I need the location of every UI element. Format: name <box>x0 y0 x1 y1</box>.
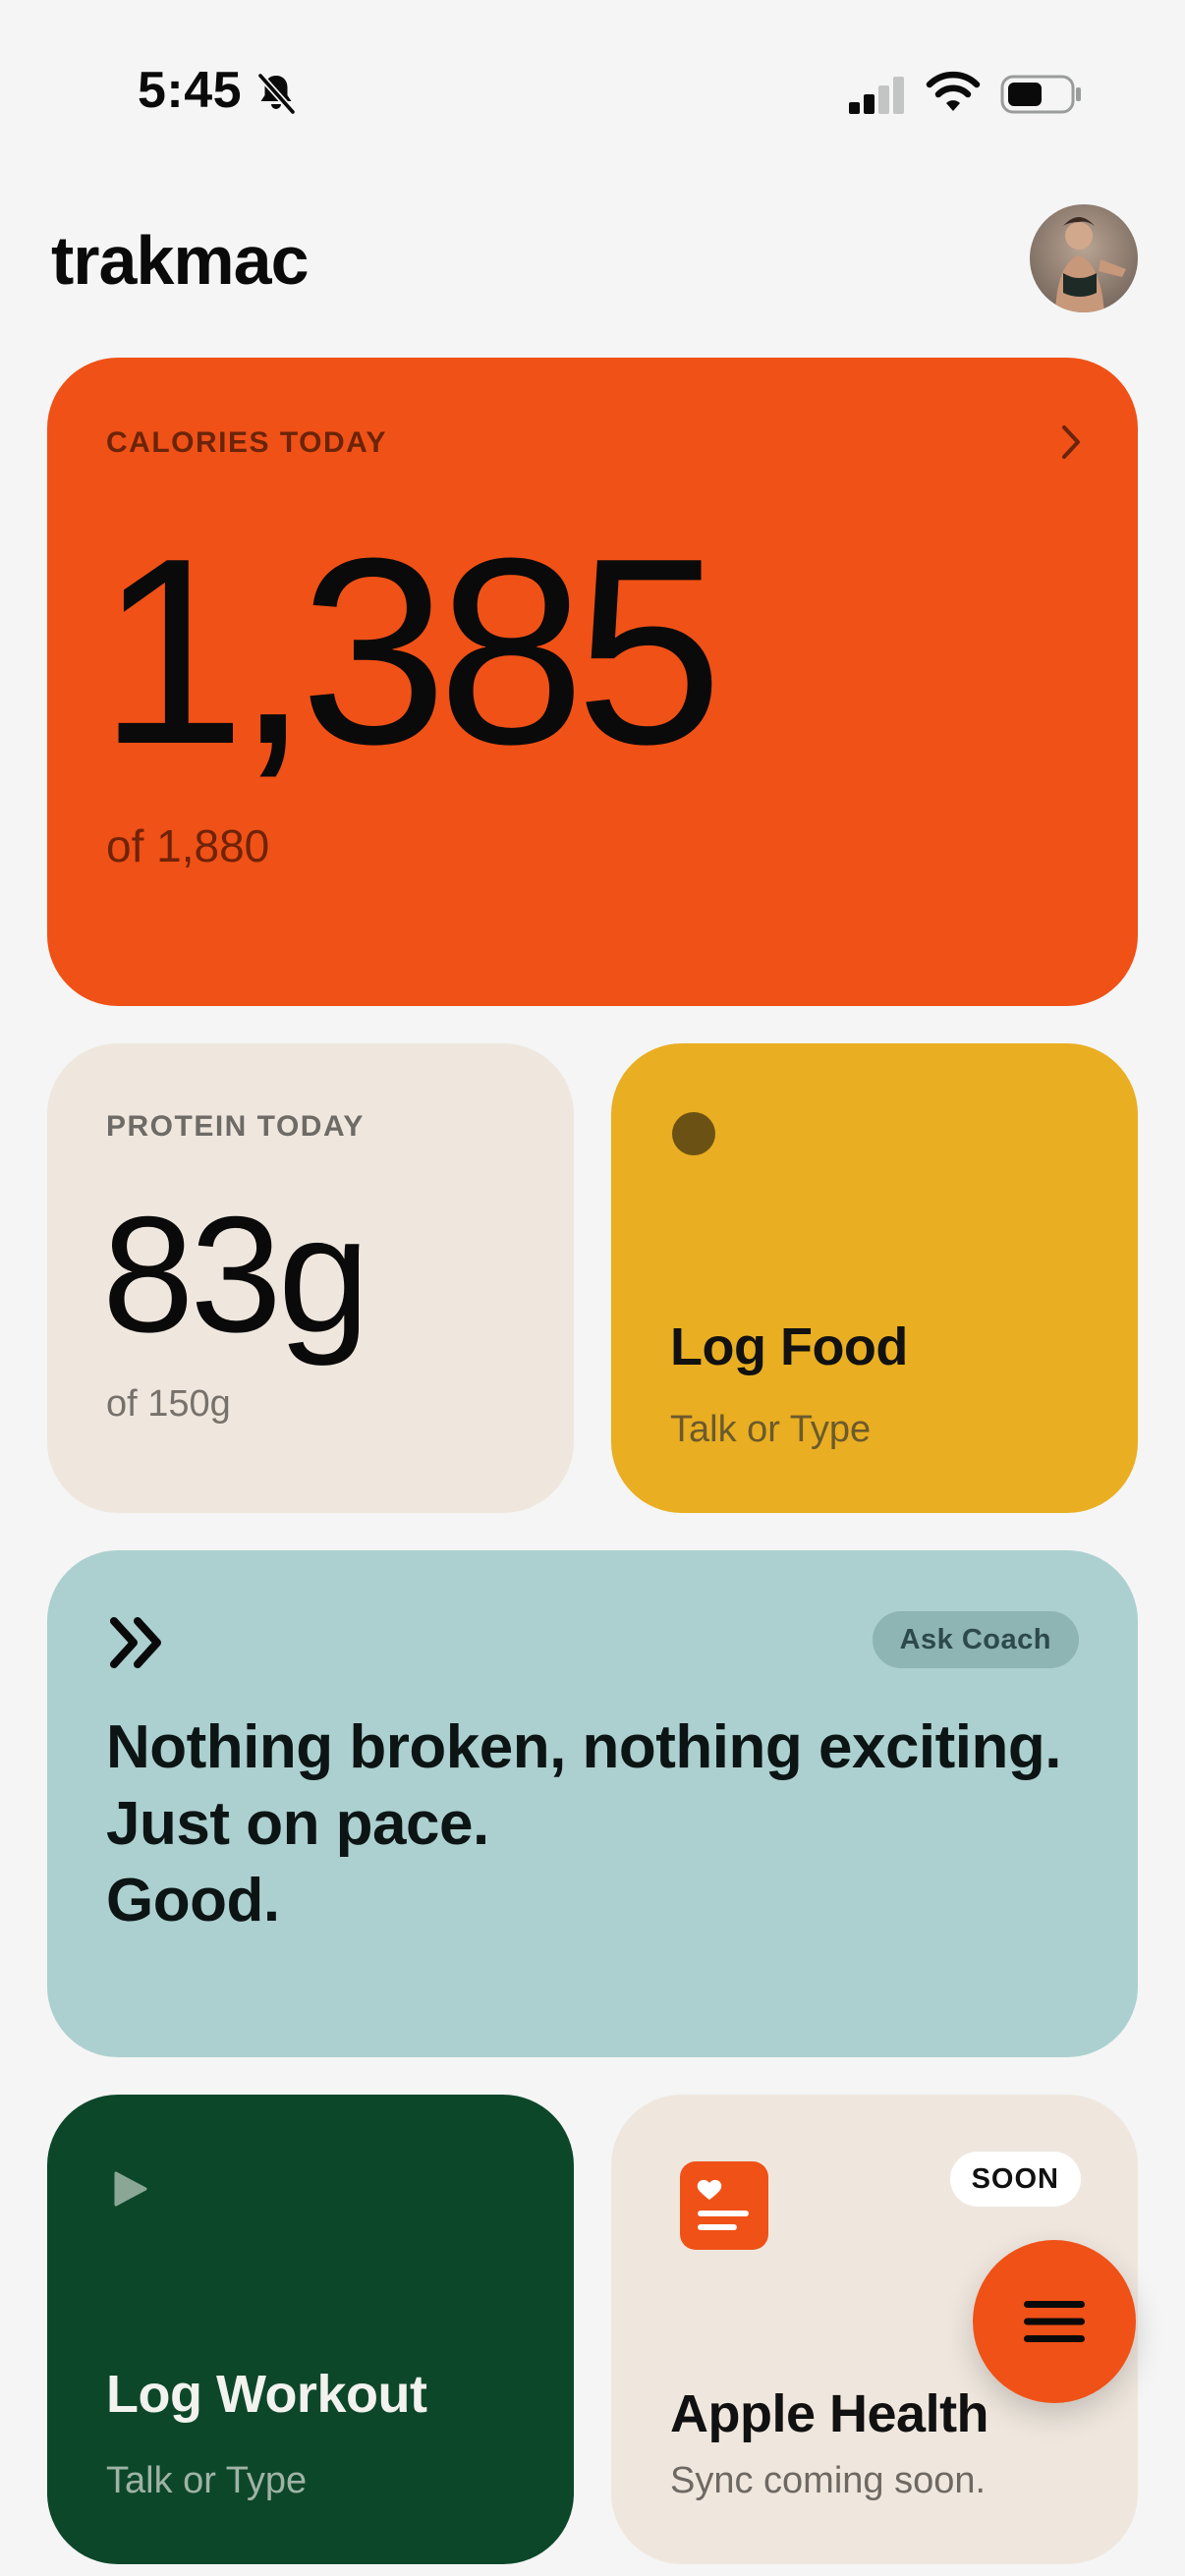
battery-icon <box>1000 75 1081 114</box>
bell-slash-icon <box>256 72 297 116</box>
soon-badge: SOON <box>949 2152 1081 2207</box>
apple-health-subtitle: Sync coming soon. <box>670 2460 987 2501</box>
menu-icon <box>1024 2301 1085 2342</box>
calories-value: 1,385 <box>98 504 723 800</box>
protein-goal: of 150g <box>106 1383 231 1425</box>
protein-label: PROTEIN TODAY <box>106 1110 365 1143</box>
log-food-title: Log Food <box>670 1317 908 1376</box>
log-food-subtitle: Talk or Type <box>670 1409 872 1450</box>
chevron-right-icon <box>1062 425 1080 459</box>
menu-fab-button[interactable] <box>973 2240 1136 2403</box>
calories-label: CALORIES TODAY <box>106 426 388 459</box>
avatar[interactable] <box>1030 204 1138 312</box>
coach-card[interactable]: Ask Coach Nothing broken, nothing exciti… <box>47 1550 1138 2057</box>
calories-card[interactable]: CALORIES TODAY 1,385 of 1,880 <box>47 358 1138 1006</box>
log-workout-title: Log Workout <box>106 2365 427 2424</box>
record-dot-icon <box>672 1112 715 1155</box>
status-time: 5:45 <box>138 62 243 119</box>
log-food-card[interactable]: Log Food Talk or Type <box>611 1043 1138 1513</box>
coach-message-line: Nothing broken, nothing exciting. <box>106 1713 1062 1781</box>
profile-avatar-icon <box>1030 204 1138 312</box>
ask-coach-button[interactable]: Ask Coach <box>872 1611 1079 1668</box>
wifi-icon <box>926 71 981 111</box>
double-chevron-right-icon <box>110 1617 161 1668</box>
coach-message: Nothing broken, nothing exciting. Just o… <box>106 1709 1099 1939</box>
coach-message-line: Good. <box>106 1867 280 1934</box>
app-title: trakmac <box>51 222 310 299</box>
cellular-signal-icon <box>849 77 904 114</box>
play-icon <box>114 2171 147 2207</box>
health-record-icon <box>680 2161 768 2250</box>
protein-card[interactable]: PROTEIN TODAY 83g of 150g <box>47 1043 574 1513</box>
calories-goal: of 1,880 <box>106 820 270 871</box>
log-workout-subtitle: Talk or Type <box>106 2460 308 2501</box>
apple-health-title: Apple Health <box>670 2384 989 2443</box>
coach-message-line: Just on pace. <box>106 1790 489 1858</box>
log-workout-card[interactable]: Log Workout Talk or Type <box>47 2095 574 2564</box>
protein-value: 83g <box>102 1182 369 1367</box>
